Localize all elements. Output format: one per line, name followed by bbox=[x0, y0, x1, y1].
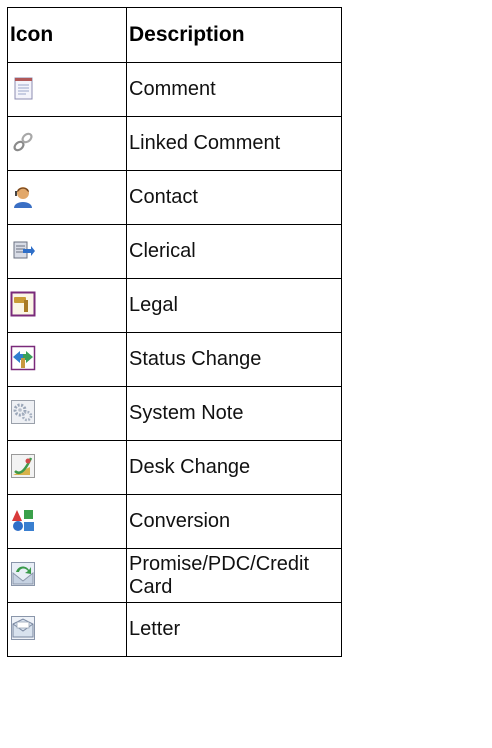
description-column-header: Description bbox=[126, 7, 342, 63]
description-cell: Linked Comment bbox=[126, 116, 342, 171]
table-header-row: Icon Description bbox=[7, 7, 342, 63]
clerical-icon bbox=[10, 237, 36, 263]
icon-cell bbox=[7, 62, 127, 117]
comment-icon bbox=[10, 75, 36, 101]
description-cell: Desk Change bbox=[126, 440, 342, 495]
icon-column-header: Icon bbox=[7, 7, 127, 63]
conversion-icon bbox=[10, 507, 36, 533]
description-cell: Clerical bbox=[126, 224, 342, 279]
table-row: Status Change bbox=[7, 332, 342, 387]
table-row: Linked Comment bbox=[7, 116, 342, 171]
description-cell: Legal bbox=[126, 278, 342, 333]
icon-cell bbox=[7, 116, 127, 171]
table-row: Promise/PDC/Credit Card bbox=[7, 548, 342, 603]
letter-icon bbox=[10, 615, 36, 641]
linked-comment-icon bbox=[10, 129, 36, 155]
icon-cell bbox=[7, 224, 127, 279]
table-row: Conversion bbox=[7, 494, 342, 549]
table-row: Contact bbox=[7, 170, 342, 225]
table-row: Desk Change bbox=[7, 440, 342, 495]
icon-legend-table: Icon Description Comment Linked Comment … bbox=[7, 7, 342, 657]
table-row: System Note bbox=[7, 386, 342, 441]
icon-cell bbox=[7, 440, 127, 495]
icon-cell bbox=[7, 548, 127, 603]
icon-cell bbox=[7, 170, 127, 225]
icon-cell bbox=[7, 332, 127, 387]
description-cell: Status Change bbox=[126, 332, 342, 387]
system-note-icon bbox=[10, 399, 36, 425]
contact-icon bbox=[10, 183, 36, 209]
table-row: Clerical bbox=[7, 224, 342, 279]
description-cell: Comment bbox=[126, 62, 342, 117]
table-row: Legal bbox=[7, 278, 342, 333]
icon-cell bbox=[7, 494, 127, 549]
description-cell: Promise/PDC/Credit Card bbox=[126, 548, 342, 603]
promise-pdc-credit-card-icon bbox=[10, 561, 36, 587]
desk-change-icon bbox=[10, 453, 36, 479]
icon-cell bbox=[7, 602, 127, 657]
description-cell: Contact bbox=[126, 170, 342, 225]
icon-cell bbox=[7, 386, 127, 441]
description-cell: Letter bbox=[126, 602, 342, 657]
status-change-icon bbox=[10, 345, 36, 371]
icon-cell bbox=[7, 278, 127, 333]
legal-icon bbox=[10, 291, 36, 317]
description-cell: Conversion bbox=[126, 494, 342, 549]
description-cell: System Note bbox=[126, 386, 342, 441]
table-row: Comment bbox=[7, 62, 342, 117]
table-row: Letter bbox=[7, 602, 342, 657]
